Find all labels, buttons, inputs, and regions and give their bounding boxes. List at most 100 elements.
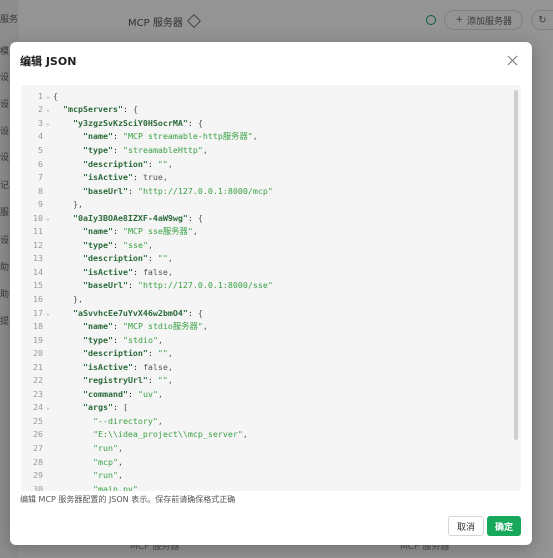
code-text[interactable]: "description": "", (53, 253, 173, 263)
code-text[interactable]: "command": "uv", (53, 389, 163, 399)
confirm-button[interactable]: 确定 (487, 516, 521, 536)
code-text[interactable]: "name": "MCP sse服务器", (53, 225, 198, 237)
code-text[interactable]: "registryUrl": "", (53, 375, 173, 385)
code-text[interactable]: "baseUrl": "http://127.0.0.1:8000/mcp" (53, 186, 273, 196)
code-text[interactable]: "baseUrl": "http://127.0.0.1:8000/sse" (53, 280, 273, 290)
json-editor[interactable]: 1 ⌄{2 ⌄ "mcpServers": {3 ⌄ "y3zgzSvKzSciY0H… (21, 85, 521, 491)
line-number: 14 (33, 266, 43, 277)
editor-scrollbar[interactable] (514, 90, 518, 440)
line-number: 27 (33, 442, 43, 453)
code-line[interactable]: 5 "type": "streamableHttp", (21, 143, 509, 157)
code-text[interactable]: }, (53, 294, 83, 304)
code-line[interactable]: 21 "isActive": false, (21, 360, 509, 374)
code-text[interactable]: "description": "", (53, 159, 173, 169)
code-line[interactable]: 14 "isActive": false, (21, 265, 509, 279)
cancel-button[interactable]: 取消 (448, 516, 484, 536)
code-line[interactable]: 11 "name": "MCP sse服务器", (21, 224, 509, 238)
code-text[interactable]: "type": "stdio", (53, 335, 163, 345)
code-text[interactable]: "aSvvhcEe7uYvX46w2bmO4": { (53, 308, 203, 318)
code-text[interactable]: "name": "MCP streamable-http服务器", (53, 130, 258, 142)
code-line[interactable]: 18 "name": "MCP stdio服务器", (21, 319, 509, 333)
code-text[interactable]: "type": "streamableHttp", (53, 145, 208, 155)
code-text[interactable]: "description": "", (53, 348, 173, 358)
code-line[interactable]: 10 ⌄ "0aIy3BOAe8IZXF-4aW9wg": { (21, 211, 509, 225)
code-line[interactable]: 25 "--directory", (21, 414, 509, 428)
code-line[interactable]: 30 "main.py" (21, 482, 509, 491)
code-line[interactable]: 23 "command": "uv", (21, 387, 509, 401)
code-line[interactable]: 7 "isActive": true, (21, 170, 509, 184)
edit-json-dialog: 编辑 JSON 1 ⌄{2 ⌄ "mcpServers": {3 ⌄ "y3zgzSv… (10, 42, 532, 545)
code-text[interactable]: "mcpServers": { (53, 104, 138, 114)
code-line[interactable]: 13 "description": "", (21, 252, 509, 266)
line-number: 21 (33, 361, 43, 372)
code-line[interactable]: 19 "type": "stdio", (21, 333, 509, 347)
code-line[interactable]: 6 "description": "", (21, 157, 509, 171)
code-text[interactable]: "type": "sse", (53, 240, 153, 250)
code-text[interactable]: "name": "MCP stdio服务器", (53, 320, 208, 332)
code-line[interactable]: 26 "E:\\idea_project\\mcp_server", (21, 428, 509, 442)
code-text[interactable]: "isActive": false, (53, 362, 173, 372)
fold-chevron-icon[interactable]: ⌄ (43, 403, 53, 411)
code-text[interactable]: "args": [ (53, 402, 128, 412)
line-number: 4 (38, 131, 43, 142)
fold-chevron-icon[interactable]: ⌄ (43, 309, 53, 317)
line-number: 26 (33, 429, 43, 440)
code-line[interactable]: 2 ⌄ "mcpServers": { (21, 103, 509, 117)
code-text[interactable]: "y3zgzSvKzSciY0HSocrMA": { (53, 118, 203, 128)
line-number: 8 (38, 185, 43, 196)
line-number: 23 (33, 388, 43, 399)
line-number: 28 (33, 456, 43, 467)
editor-lines[interactable]: 1 ⌄{2 ⌄ "mcpServers": {3 ⌄ "y3zgzSvKzSciY0H… (21, 89, 509, 491)
code-line[interactable]: 12 "type": "sse", (21, 238, 509, 252)
code-line[interactable]: 20 "description": "", (21, 346, 509, 360)
code-text[interactable]: "run", (53, 470, 123, 480)
code-line[interactable]: 28 "mcp", (21, 455, 509, 469)
line-number: 5 (38, 144, 43, 155)
code-text[interactable]: "run", (53, 443, 123, 453)
line-number: 24 (33, 402, 43, 413)
code-text[interactable]: { (53, 91, 58, 101)
code-line[interactable]: 17 ⌄ "aSvvhcEe7uYvX46w2bmO4": { (21, 306, 509, 320)
code-text[interactable]: "isActive": false, (53, 267, 173, 277)
fold-chevron-icon[interactable]: ⌄ (43, 214, 53, 222)
code-text[interactable]: "0aIy3BOAe8IZXF-4aW9wg": { (53, 213, 203, 223)
code-text[interactable]: "E:\\idea_project\\mcp_server", (53, 429, 248, 439)
line-number: 22 (33, 375, 43, 386)
code-line[interactable]: 24 ⌄ "args": [ (21, 401, 509, 415)
code-text[interactable]: "isActive": true, (53, 172, 168, 182)
fold-chevron-icon[interactable]: ⌄ (43, 105, 53, 113)
code-text[interactable]: }, (53, 199, 83, 209)
line-number: 16 (33, 293, 43, 304)
code-line[interactable]: 27 "run", (21, 441, 509, 455)
line-number: 18 (33, 321, 43, 332)
code-line[interactable]: 1 ⌄{ (21, 89, 509, 103)
code-line[interactable]: 8 "baseUrl": "http://127.0.0.1:8000/mcp" (21, 184, 509, 198)
code-text[interactable]: "mcp", (53, 457, 123, 467)
code-line[interactable]: 15 "baseUrl": "http://127.0.0.1:8000/sse… (21, 279, 509, 293)
line-number: 29 (33, 470, 43, 481)
line-number: 13 (33, 253, 43, 264)
code-line[interactable]: 16 }, (21, 292, 509, 306)
code-text[interactable]: "main.py" (53, 484, 138, 491)
code-line[interactable]: 22 "registryUrl": "", (21, 373, 509, 387)
line-number: 9 (38, 199, 43, 210)
line-number: 10 (33, 212, 43, 223)
fold-chevron-icon[interactable]: ⌄ (43, 119, 53, 127)
line-number: 1 (38, 90, 43, 101)
fold-chevron-icon[interactable]: ⌄ (43, 92, 53, 100)
line-number: 11 (33, 226, 43, 237)
code-line[interactable]: 4 "name": "MCP streamable-http服务器", (21, 130, 509, 144)
dialog-hint: 编辑 MCP 服务器配置的 JSON 表示。保存前请确保格式正确 (20, 495, 236, 504)
line-number: 17 (33, 307, 43, 318)
code-line[interactable]: 3 ⌄ "y3zgzSvKzSciY0HSocrMA": { (21, 116, 509, 130)
code-line[interactable]: 29 "run", (21, 468, 509, 482)
line-number: 2 (38, 104, 43, 115)
line-number: 20 (33, 348, 43, 359)
line-number: 19 (33, 334, 43, 345)
line-number: 7 (38, 172, 43, 183)
line-number: 3 (38, 117, 43, 128)
close-icon[interactable] (506, 54, 520, 68)
code-line[interactable]: 9 }, (21, 197, 509, 211)
line-number: 12 (33, 239, 43, 250)
code-text[interactable]: "--directory", (53, 416, 163, 426)
